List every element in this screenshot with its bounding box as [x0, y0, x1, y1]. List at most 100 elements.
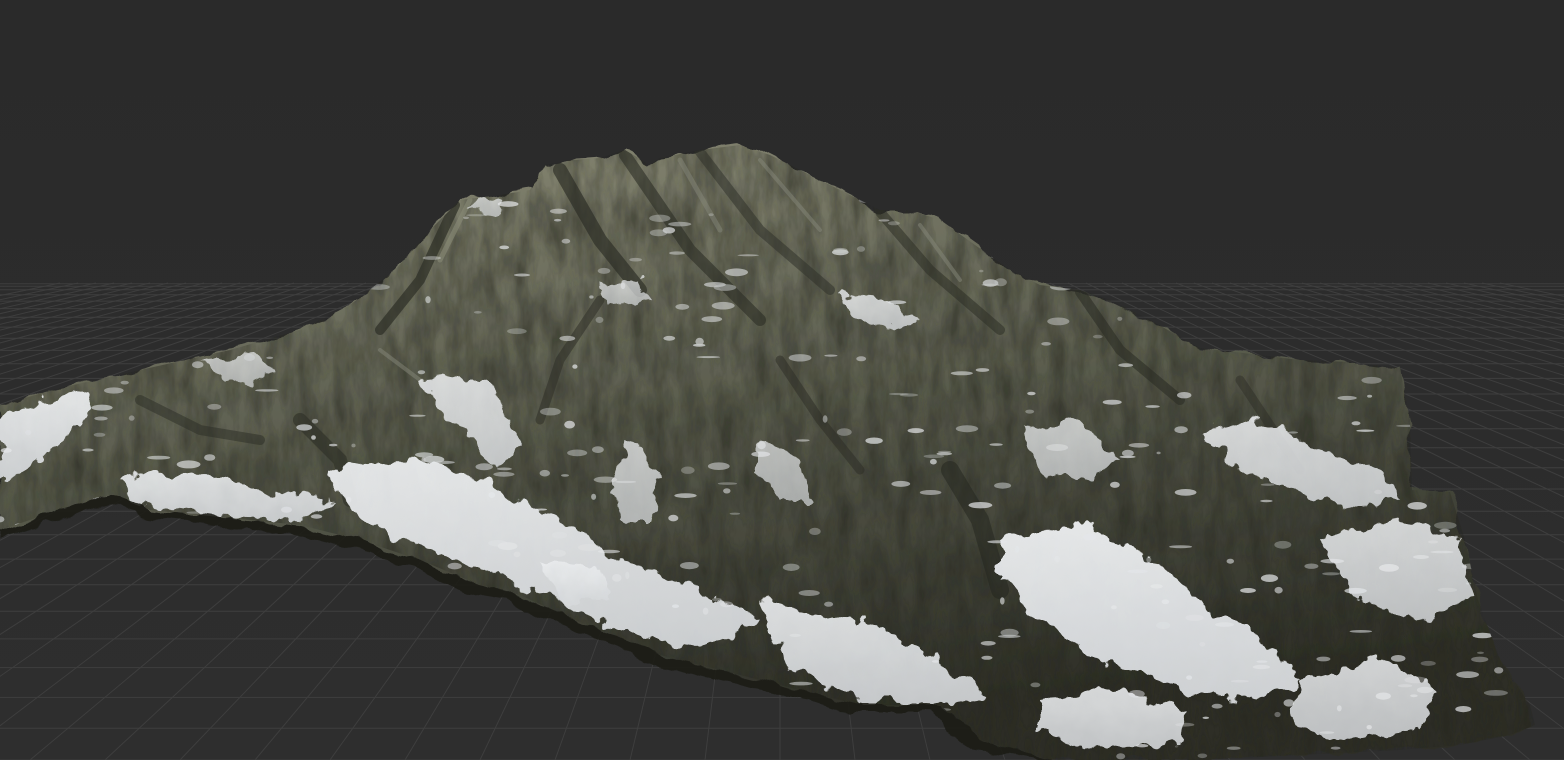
snow-patch [795, 439, 810, 442]
snow-patch [1379, 564, 1399, 572]
snow-patch [147, 455, 171, 460]
snow-patch [507, 328, 527, 335]
snow-patch [567, 449, 588, 457]
snow-patch [887, 300, 907, 305]
snow-patch [836, 428, 852, 436]
snow-patch [204, 454, 216, 461]
snow-patch [351, 443, 356, 448]
snow-patch [674, 493, 697, 498]
snow-patch [1477, 651, 1484, 654]
snow-patch [713, 284, 737, 291]
snow-patch [668, 514, 679, 522]
snow-patch [497, 201, 519, 207]
snow-patch [513, 551, 521, 558]
snow-patch [1316, 656, 1331, 662]
snow-patch [1256, 660, 1268, 663]
snow-patch [1230, 679, 1249, 683]
snow-patch [1283, 699, 1295, 707]
snow-patch [955, 425, 979, 433]
snow-patch [593, 476, 618, 483]
snow-patch [1344, 587, 1367, 594]
snow-patch [1128, 443, 1150, 448]
snow-patch [979, 269, 984, 273]
snow-patch [1349, 630, 1373, 633]
snow-patch [1367, 394, 1373, 398]
snow-patch [1439, 528, 1451, 533]
snow-patch [1260, 499, 1273, 503]
snow-patch [463, 216, 469, 220]
snow-patch [497, 542, 518, 551]
snow-patch [1092, 334, 1103, 339]
snow-patch [1111, 605, 1117, 610]
snow-patch [856, 356, 867, 362]
snow-patch [82, 448, 94, 452]
snow-patch [473, 311, 482, 314]
snow-patch [1161, 599, 1170, 605]
snow-patch [128, 415, 135, 421]
snow-patch [1150, 584, 1163, 589]
snow-patch [1226, 746, 1241, 750]
snow-patch [720, 601, 734, 608]
snow-patch [615, 480, 637, 484]
snow-patch [281, 506, 292, 513]
snow-patch [1000, 597, 1005, 605]
snow-patch [1197, 753, 1208, 759]
snow-patch [1434, 521, 1457, 530]
snow-patch [1361, 376, 1382, 384]
snow-patch [1202, 716, 1210, 719]
snow-patch [681, 466, 695, 474]
snow-patch [1211, 703, 1223, 709]
snow-patch [782, 563, 800, 571]
snow-patch [1407, 502, 1427, 510]
snow-patch [1472, 632, 1493, 639]
snow-patch [1420, 660, 1436, 666]
snow-patch [311, 418, 319, 424]
snow-patch [1030, 682, 1041, 688]
snow-patch [551, 531, 568, 539]
snow-patch [798, 590, 820, 596]
snow-patch [499, 245, 510, 250]
snow-patch [1437, 587, 1458, 593]
snow-patch [1117, 316, 1123, 321]
snow-patch [930, 458, 937, 465]
snow-patch [1199, 641, 1206, 647]
snow-patch [93, 432, 106, 437]
3d-viewport[interactable] [0, 0, 1564, 760]
snow-patch [1404, 676, 1428, 684]
snow-patch [701, 316, 723, 323]
snow-patch [612, 574, 622, 582]
snow-patch [1336, 705, 1342, 712]
snow-patch [1082, 533, 1097, 541]
snow-patch [789, 633, 801, 638]
snow-patch [717, 482, 738, 485]
snow-patch [577, 544, 601, 551]
snow-patch [1015, 545, 1020, 553]
snow-patch [94, 416, 108, 421]
snow-patch [865, 437, 883, 444]
snow-patch [1041, 342, 1051, 346]
snow-patch [91, 404, 113, 411]
snow-patch [1169, 545, 1193, 549]
snow-patch [723, 488, 731, 494]
snow-patch [243, 353, 255, 362]
viewport-canvas[interactable] [0, 0, 1564, 760]
snow-patch [968, 502, 993, 509]
snow-patch [254, 389, 279, 392]
snow-patch [1274, 540, 1292, 549]
snow-patch [1174, 426, 1188, 434]
snow-patch [592, 446, 604, 453]
snow-patch [120, 380, 129, 385]
snow-patch [1135, 744, 1149, 748]
snow-patch [856, 246, 866, 252]
snow-patch [675, 303, 690, 310]
snow-patch [1483, 690, 1508, 696]
snow-patch [345, 496, 352, 503]
snow-patch [1274, 586, 1283, 594]
snow-patch [680, 562, 699, 570]
snow-patch [104, 387, 124, 394]
snow-patch [629, 257, 642, 262]
snow-patch [1455, 706, 1472, 713]
snow-patch [540, 407, 561, 416]
snow-patch [1304, 563, 1319, 569]
snow-patch [833, 247, 848, 254]
